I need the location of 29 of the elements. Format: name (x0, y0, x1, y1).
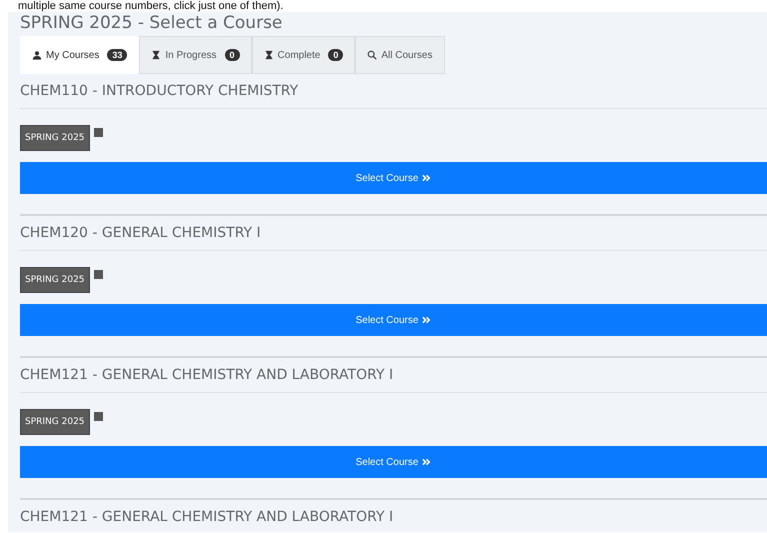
count-badge: 33 (107, 49, 128, 61)
search-icon (367, 50, 378, 60)
term-tag: SPRING 2025 (20, 409, 90, 435)
course-title: CHEM110 - INTRODUCTORY CHEMISTRY (20, 74, 767, 109)
tab[interactable]: My Courses 33 (20, 36, 140, 74)
hourglass-icon (264, 50, 274, 60)
page-title: SPRING 2025 - Select a Course (20, 12, 284, 35)
term-tag: SPRING 2025 (20, 125, 90, 151)
select-course-button[interactable]: Select Course (20, 304, 767, 336)
course-title: CHEM121 - GENERAL CHEMISTRY AND LABORATORY I (20, 500, 767, 533)
user-icon (32, 50, 42, 60)
square-icon (94, 412, 103, 421)
course-title: CHEM121 - GENERAL CHEMISTRY AND LABORATORY I (20, 358, 767, 393)
double-chevron-icon (422, 174, 432, 182)
select-course-button[interactable]: Select Course (20, 446, 767, 478)
count-badge: 0 (328, 49, 344, 61)
course-title: CHEM120 - GENERAL CHEMISTRY I (20, 216, 767, 251)
tab[interactable]: In Progress 0 (139, 36, 252, 74)
tab[interactable]: All Courses (355, 36, 444, 74)
term-tag: SPRING 2025 (20, 267, 90, 293)
square-icon (94, 270, 103, 279)
tab[interactable]: Complete 0 (252, 36, 356, 74)
instruction-text: multiple same course numbers, click just one of them). (18, 0, 284, 12)
count-badge: 0 (224, 49, 240, 61)
double-chevron-icon (422, 316, 432, 324)
square-icon (94, 128, 103, 137)
select-course-button[interactable]: Select Course (20, 162, 767, 194)
double-chevron-icon (422, 458, 432, 466)
hourglass-icon (151, 50, 162, 60)
